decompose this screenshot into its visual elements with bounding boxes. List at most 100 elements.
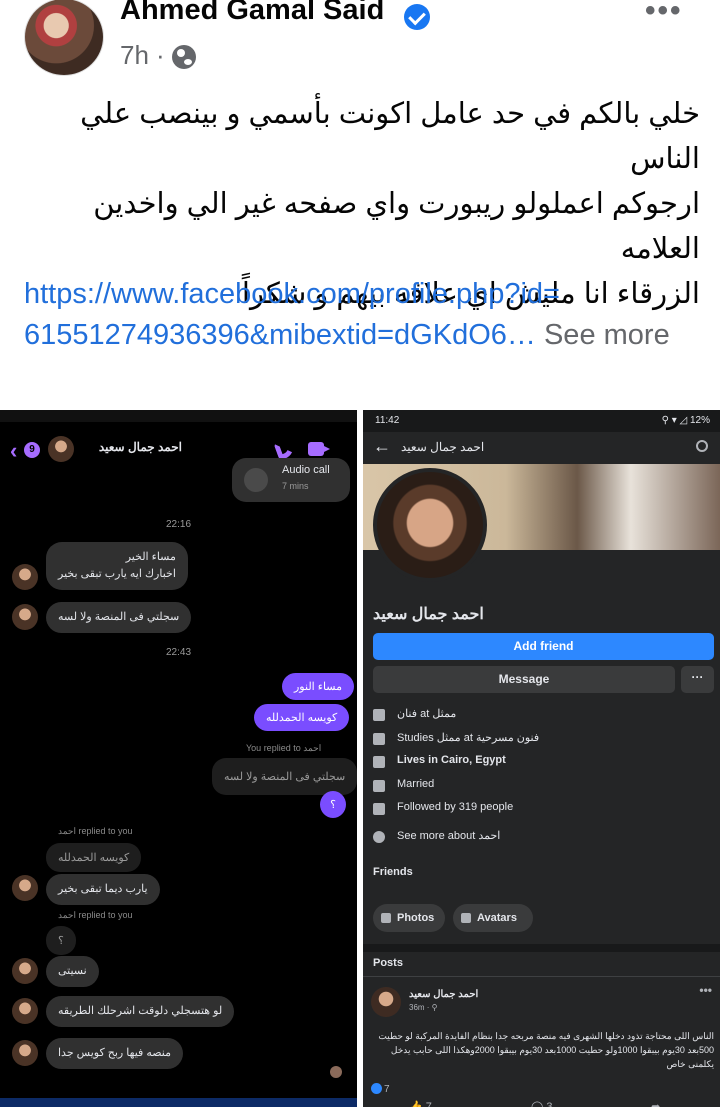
profile-link-line-2[interactable]: 61551274936396&mibextid=dGKdO6… bbox=[24, 319, 536, 351]
like-button[interactable]: 👍 7 bbox=[409, 1100, 432, 1107]
audio-call-card: Audio call 7 mins bbox=[232, 458, 350, 502]
post-text-line: خلي بالكم في حد عامل اكونت بأسمي و بينصب… bbox=[80, 98, 700, 175]
verified-badge-icon bbox=[404, 4, 430, 30]
unread-badge: 9 bbox=[24, 442, 40, 458]
post-author-name[interactable]: احمد جمال سعيد bbox=[409, 989, 478, 1000]
status-strip bbox=[0, 410, 357, 422]
add-friend-button[interactable]: Add friend bbox=[373, 633, 714, 660]
profile-picture[interactable] bbox=[373, 468, 487, 582]
post-header: Ahmed Gamal Said 7h · ••• bbox=[0, 0, 720, 86]
post-action-bar: 👍 7 ◯ 3 ➦ bbox=[363, 1100, 720, 1107]
like-reaction-icon bbox=[371, 1083, 382, 1094]
call-title: Audio call bbox=[282, 464, 330, 476]
message-time: 22:43 bbox=[166, 647, 192, 658]
post-body: الناس اللى محتاجة تذود دخلها الشهرى فيه … bbox=[378, 1031, 714, 1069]
post-link-block: https://www.facebook.com/profile.php?id=… bbox=[24, 274, 694, 356]
message-label: Message bbox=[498, 672, 550, 686]
reaction-summary[interactable]: 7 bbox=[371, 1083, 390, 1095]
message-incoming: لو هتسجلي دلوقت اشرحلك الطريقه bbox=[46, 996, 235, 1027]
friends-heading: Friends bbox=[373, 866, 413, 878]
profile-screenshot[interactable]: 11:42 ⚲ ▾ ◿ 12% ← احمد جمال سعيد احمد جم… bbox=[363, 410, 720, 1107]
author-avatar[interactable] bbox=[24, 0, 104, 76]
message-line: مساء الخير bbox=[125, 551, 176, 563]
globe-icon bbox=[172, 45, 196, 69]
call-icon bbox=[244, 468, 268, 492]
share-icon[interactable]: ➦ bbox=[651, 1100, 660, 1107]
info-followers: Followed by 319 people bbox=[373, 800, 713, 818]
more-dots-icon bbox=[373, 831, 385, 843]
quoted-message: كويسه الحمدلله bbox=[46, 843, 142, 872]
sender-avatar bbox=[12, 958, 38, 984]
posts-heading: Posts bbox=[373, 957, 403, 969]
message-incoming: سجلتي فى المنصة ولا لسه bbox=[46, 602, 192, 633]
back-arrow-icon: ‹ bbox=[10, 438, 18, 463]
avatars-icon bbox=[461, 913, 471, 923]
contact-avatar bbox=[48, 436, 74, 462]
search-icon[interactable] bbox=[696, 440, 708, 452]
message-outgoing: مساء النور bbox=[282, 673, 355, 700]
photos-chip-label: Photos bbox=[397, 912, 435, 924]
rss-icon bbox=[373, 803, 385, 815]
sender-avatar bbox=[12, 564, 38, 590]
video-camera-icon bbox=[308, 442, 330, 456]
message-line: اخبارك ايه يارب تبقى بخير bbox=[58, 568, 176, 580]
message-incoming: يارب ديما تبقى بخير bbox=[46, 874, 160, 905]
info-education: Studies ممثل at فنون مسرحية bbox=[373, 730, 713, 748]
message-button[interactable]: Message bbox=[373, 666, 675, 693]
post-text-line: ارجوكم اعملولو ريبورت واي صفحه غير الي و… bbox=[93, 188, 700, 265]
sender-avatar bbox=[12, 1040, 38, 1066]
reply-label: احمد replied to you bbox=[58, 910, 133, 920]
info-text: Lives in Cairo, Egypt bbox=[397, 754, 506, 766]
comment-count: 3 bbox=[546, 1101, 553, 1107]
message-outgoing: ؟ bbox=[320, 791, 346, 818]
info-text: Followed by 319 people bbox=[397, 801, 514, 813]
profile-name: احمد جمال سعيد bbox=[373, 606, 484, 623]
quoted-message: سجلتي فى المنصة ولا لسه bbox=[212, 758, 357, 795]
info-work: فنان at ممثل bbox=[373, 706, 713, 724]
nav-title: احمد جمال سعيد bbox=[401, 440, 485, 454]
quoted-message: ؟ bbox=[46, 926, 76, 955]
see-more-link[interactable]: See more bbox=[544, 319, 670, 351]
call-duration: 7 mins bbox=[282, 481, 309, 491]
info-see-more[interactable]: See more about احمد bbox=[373, 828, 713, 846]
back-arrow-icon[interactable]: ← bbox=[373, 436, 391, 457]
seen-indicator-avatar bbox=[330, 1066, 342, 1078]
heart-icon bbox=[373, 780, 385, 792]
photos-icon bbox=[381, 913, 391, 923]
info-text[interactable]: See more about احمد bbox=[397, 829, 500, 842]
info-text: Studies ممثل at فنون مسرحية bbox=[397, 732, 540, 744]
status-icons: ⚲ ▾ ◿ 12% bbox=[661, 415, 710, 426]
post-more-options-icon[interactable]: ••• bbox=[645, 0, 683, 28]
sender-avatar bbox=[12, 998, 38, 1024]
message-time: 22:16 bbox=[166, 519, 192, 530]
like-count: 7 bbox=[425, 1101, 432, 1107]
message-incoming: مساء الخير اخبارك ايه يارب تبقى بخير bbox=[46, 542, 188, 590]
post-time: 36m · ⚲ bbox=[409, 1003, 438, 1012]
add-friend-label: Add friend bbox=[513, 639, 574, 653]
post-timestamp[interactable]: 7h bbox=[120, 40, 149, 71]
status-clock: 11:42 bbox=[375, 415, 400, 426]
timestamp-separator: · bbox=[156, 40, 165, 70]
post-more-icon[interactable]: ••• bbox=[699, 983, 712, 997]
photos-chip[interactable]: Photos bbox=[373, 904, 445, 932]
profile-more-button[interactable]: ··· bbox=[681, 666, 714, 693]
author-name[interactable]: Ahmed Gamal Said bbox=[120, 0, 384, 27]
reply-label: احمد replied to you bbox=[58, 826, 133, 836]
info-relationship: Married bbox=[373, 777, 713, 795]
info-text: Married bbox=[397, 778, 435, 790]
composer-bar[interactable] bbox=[0, 1098, 357, 1107]
comment-button[interactable]: ◯ 3 bbox=[531, 1100, 553, 1107]
post-author-avatar[interactable] bbox=[371, 987, 401, 1017]
message-incoming: منصه فيها ربح كويس جدا bbox=[46, 1038, 183, 1069]
home-icon bbox=[373, 756, 385, 768]
avatars-chip-label: Avatars bbox=[477, 912, 517, 924]
briefcase-icon bbox=[373, 709, 385, 721]
messenger-screenshot[interactable]: ‹ 9 احمد جمال سعيد Audio call 7 mins 22:… bbox=[0, 410, 357, 1107]
profile-link-line-1[interactable]: https://www.facebook.com/profile.php?id= bbox=[24, 274, 694, 315]
info-location: Lives in Cairo, Egypt bbox=[373, 753, 713, 771]
reaction-count: 7 bbox=[384, 1084, 390, 1095]
sender-avatar bbox=[12, 604, 38, 630]
sender-avatar bbox=[12, 875, 38, 901]
avatars-chip[interactable]: Avatars bbox=[453, 904, 533, 932]
graduation-cap-icon bbox=[373, 733, 385, 745]
